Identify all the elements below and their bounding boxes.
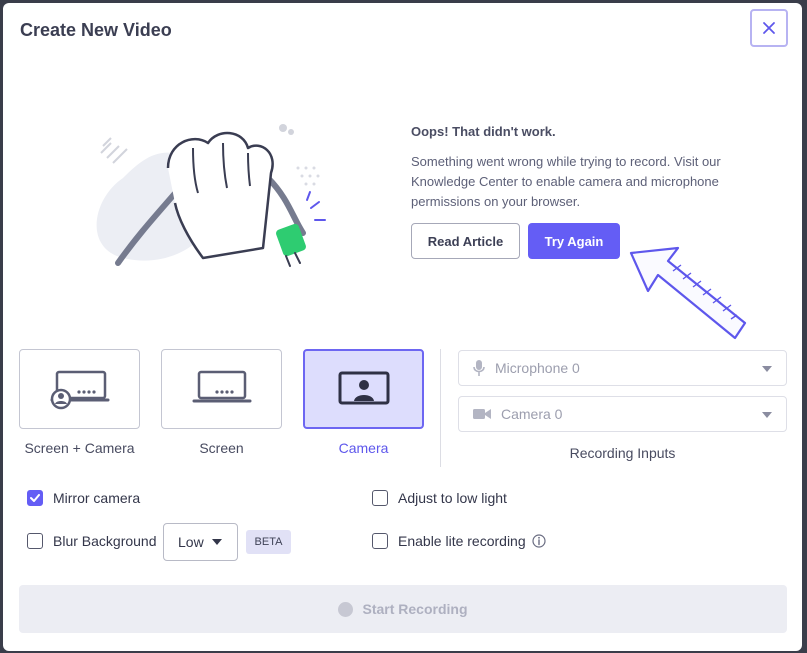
start-recording-button[interactable]: Start Recording (19, 585, 787, 633)
mode-camera[interactable] (303, 349, 424, 429)
camera-select[interactable]: Camera 0 (458, 396, 787, 432)
hand-drawn-arrow-icon (629, 246, 747, 340)
create-video-dialog: Create New Video Oops! That didn't work.… (3, 3, 802, 651)
screen-camera-icon (50, 370, 109, 410)
info-icon[interactable] (532, 534, 546, 548)
mode-screen-camera-label: Screen + Camera (24, 440, 135, 456)
mode-screen-label: Screen (199, 440, 244, 456)
blur-level-select[interactable]: Low (163, 523, 238, 561)
unplugged-cable-illustration (96, 124, 326, 267)
chevron-down-icon (762, 412, 772, 418)
dialog-title: Create New Video (20, 20, 172, 40)
record-dot-icon (338, 601, 354, 617)
mirror-camera-label: Mirror camera (53, 490, 141, 506)
lite-recording-label: Enable lite recording (398, 533, 526, 549)
section-divider (440, 349, 441, 467)
close-button[interactable] (750, 9, 788, 47)
read-article-button[interactable]: Read Article (411, 223, 520, 259)
beta-badge: BETA (246, 530, 291, 554)
lite-recording-checkbox[interactable] (372, 533, 388, 549)
mode-camera-label: Camera (338, 440, 389, 456)
mode-screen[interactable] (161, 349, 282, 429)
mode-screen-camera[interactable] (19, 349, 140, 429)
camera-select-value: Camera 0 (501, 406, 563, 422)
microphone-select-value: Microphone 0 (495, 360, 580, 376)
checkmark-icon (30, 494, 40, 502)
start-recording-label: Start Recording (362, 601, 468, 617)
adjust-low-light-option: Adjust to low light (372, 490, 507, 506)
microphone-select[interactable]: Microphone 0 (458, 350, 787, 386)
chevron-down-icon (211, 539, 222, 545)
camera-user-icon (338, 371, 389, 405)
screen-icon (192, 370, 251, 403)
recording-inputs-label: Recording Inputs (569, 445, 676, 461)
blur-background-checkbox[interactable] (27, 533, 43, 549)
error-title: Oops! That didn't work. (411, 124, 556, 139)
try-again-button[interactable]: Try Again (528, 223, 620, 259)
adjust-low-light-label: Adjust to low light (398, 490, 507, 506)
microphone-icon (473, 359, 485, 377)
blur-background-option: Blur Background (27, 533, 157, 549)
chevron-down-icon (762, 366, 772, 372)
mirror-camera-option: Mirror camera (27, 490, 140, 506)
lite-recording-option: Enable lite recording (372, 533, 546, 549)
close-icon (763, 22, 775, 34)
blur-level-value: Low (178, 534, 204, 550)
blur-background-label: Blur Background (53, 533, 157, 549)
mirror-camera-checkbox[interactable] (27, 490, 43, 506)
video-camera-icon (473, 408, 491, 420)
adjust-low-light-checkbox[interactable] (372, 490, 388, 506)
error-message: Something went wrong while trying to rec… (411, 154, 721, 209)
